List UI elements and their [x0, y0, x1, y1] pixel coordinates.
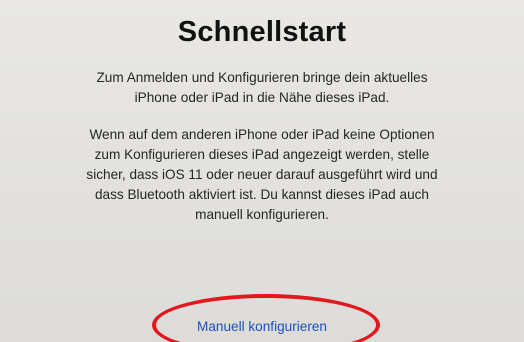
page-title: Schnellstart: [177, 16, 347, 48]
quick-start-screen: Schnellstart Zum Anmelden und Konfigurie…: [0, 0, 524, 342]
help-paragraph: Wenn auf dem anderen iPhone oder iPad ke…: [86, 127, 438, 222]
manual-configure-link[interactable]: Manuell konfigurieren: [0, 318, 524, 336]
instruction-paragraph: Zum Anmelden und Konfigurieren bringe de…: [96, 70, 428, 105]
